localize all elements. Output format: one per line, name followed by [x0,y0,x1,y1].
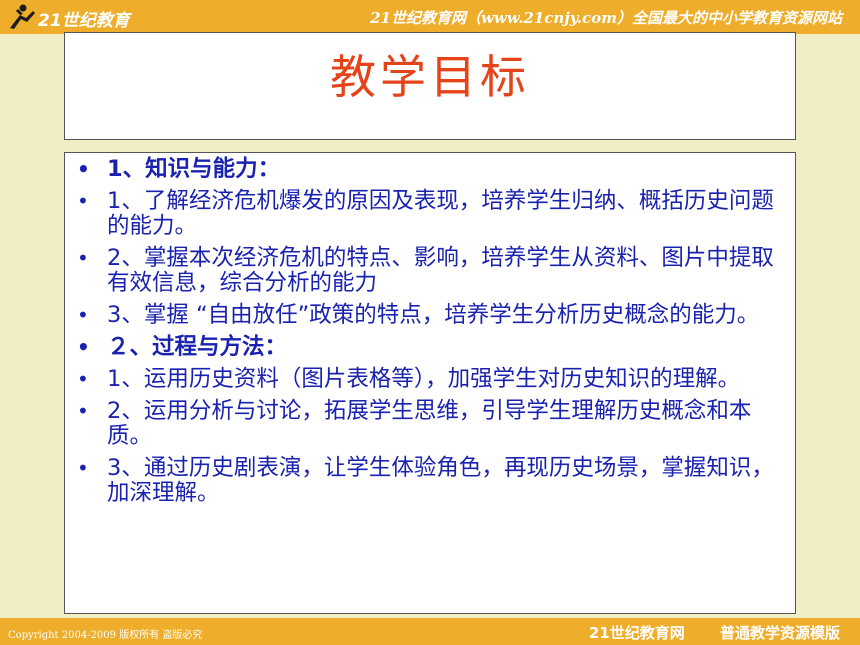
section-heading: • ２、过程与方法： [65,335,795,360]
list-item: • 1、运用历史资料（图片表格等），加强学生对历史知识的理解。 [65,367,795,392]
list-item: • 2、运用分析与讨论，拓展学生思维，引导学生理解历史概念和本质。 [65,399,795,449]
bullet-icon: • [77,157,90,181]
item-text: 3、通过历史剧表演，让学生体验角色，再现历史场景，掌握知识，加深理解。 [107,455,774,506]
list-item: • 3、掌握 “自由放任”政策的特点，培养学生分析历史概念的能力。 [65,303,795,328]
item-text: 3、掌握 “自由放任”政策的特点，培养学生分析历史概念的能力。 [107,302,760,328]
section-heading: • 1、知识与能力： [65,157,795,182]
item-text: 2、掌握本次经济危机的特点、影响，培养学生从资料、图片中提取有效信息，综合分析的… [107,245,774,296]
objective-list: • 1、知识与能力： • 1、了解经济危机爆发的原因及表现，培养学生归纳、概括历史问题… [65,157,795,513]
bullet-icon: • [77,246,89,270]
footer-template-name: 普通教学资源模版 [719,624,840,642]
content-box: • 1、知识与能力： • 1、了解经济危机爆发的原因及表现，培养学生归纳、概括历史问题… [64,152,796,614]
footer-site-name: 21世纪教育网 [588,624,685,642]
list-item: • 3、通过历史剧表演，让学生体验角色，再现历史场景，掌握知识，加深理解。 [65,456,795,506]
title-box: 教学目标 [64,32,796,140]
list-item: • 1、了解经济危机爆发的原因及表现，培养学生归纳、概括历史问题的能力。 [65,189,795,239]
bullet-icon: • [77,335,90,359]
footer-branding: 21世纪教育网 普通教学资源模版 [589,622,840,643]
slide-title: 教学目标 [330,50,530,104]
item-text: 1、知识与能力： [107,156,281,182]
header-slogan: 21世纪教育网（www.21cnjy.com）全国最大的中小学教育资源网站 [370,9,842,27]
bullet-icon: • [77,399,89,423]
bullet-icon: • [77,456,89,480]
item-text: ２、过程与方法： [107,334,288,360]
bullet-icon: • [77,367,89,391]
bullet-icon: • [77,189,89,213]
logo-text: 21世纪教育 [38,11,130,31]
bullet-icon: • [77,303,89,327]
item-text: 1、了解经济危机爆发的原因及表现，培养学生归纳、概括历史问题的能力。 [107,188,774,239]
item-text: 1、运用历史资料（图片表格等），加强学生对历史知识的理解。 [107,366,741,392]
list-item: • 2、掌握本次经济危机的特点、影响，培养学生从资料、图片中提取有效信息，综合分析… [65,246,795,296]
item-text: 2、运用分析与讨论，拓展学生思维，引导学生理解历史概念和本质。 [107,398,752,449]
copyright-text: Copyright 2004-2009 版权所有 盗版必究 [8,630,203,641]
